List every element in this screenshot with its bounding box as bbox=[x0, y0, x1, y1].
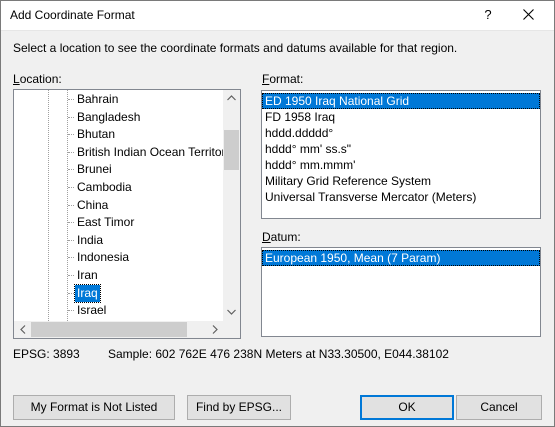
list-item[interactable]: hddd° mm' ss.s" bbox=[262, 141, 540, 157]
vertical-scroll-thumb[interactable] bbox=[224, 130, 239, 170]
tree-item-label: Brunei bbox=[77, 162, 112, 177]
tree-connector bbox=[68, 222, 74, 224]
tree-item[interactable]: Bhutan bbox=[14, 126, 223, 143]
tree-item[interactable]: Israel bbox=[14, 302, 223, 319]
list-item[interactable]: FD 1958 Iraq bbox=[262, 109, 540, 125]
horizontal-scrollbar[interactable] bbox=[14, 321, 223, 338]
vertical-scrollbar[interactable] bbox=[223, 90, 240, 321]
tree-connector bbox=[68, 257, 74, 259]
tree-connector bbox=[68, 151, 74, 153]
datum-list[interactable]: European 1950, Mean (7 Param) bbox=[261, 247, 541, 337]
format-list[interactable]: ED 1950 Iraq National Grid FD 1958 Iraq hd… bbox=[261, 90, 541, 219]
close-button[interactable] bbox=[510, 2, 548, 28]
tree-connector bbox=[68, 239, 74, 241]
scroll-right-button[interactable] bbox=[206, 321, 223, 338]
find-by-epsg-button[interactable]: Find by EPSG... bbox=[187, 395, 291, 420]
close-icon bbox=[523, 9, 534, 20]
tree-connector bbox=[68, 275, 74, 276]
list-item[interactable]: Universal Transverse Mercator (Meters) bbox=[262, 189, 540, 205]
datum-label: Datum: bbox=[262, 230, 301, 244]
scroll-left-button[interactable] bbox=[14, 321, 31, 338]
tree-item[interactable]: Bangladesh bbox=[14, 109, 223, 126]
tree-item[interactable]: East Timor bbox=[14, 214, 223, 231]
ok-button[interactable]: OK bbox=[360, 395, 454, 420]
chevron-right-icon bbox=[212, 325, 218, 334]
tree-connector bbox=[68, 134, 74, 136]
tree-item-label: Bangladesh bbox=[77, 109, 141, 124]
tree-item[interactable]: Bahrain bbox=[14, 91, 223, 108]
tree-item-label: Iran bbox=[77, 268, 98, 282]
scrollbar-corner bbox=[223, 321, 240, 338]
tree-item-label: Bhutan bbox=[77, 127, 116, 142]
instructions-text: Select a location to see the coordinate … bbox=[13, 41, 458, 55]
tree-item[interactable]: Brunei bbox=[14, 161, 223, 178]
tree-connector bbox=[68, 310, 74, 312]
location-tree-items: Bahrain Bangladesh Bhutan British Indian Oc… bbox=[14, 90, 223, 321]
list-item[interactable]: hddd.ddddd° bbox=[262, 125, 540, 141]
tree-connector bbox=[68, 292, 74, 294]
tree-connector bbox=[68, 116, 74, 118]
tree-item-label: Iraq bbox=[74, 283, 101, 303]
tree-connector bbox=[68, 99, 74, 100]
tree-item-label: Cambodia bbox=[77, 180, 132, 194]
tree-item[interactable]: Cambodia bbox=[14, 179, 223, 196]
format-label: Format: bbox=[262, 72, 304, 86]
tree-item-label: China bbox=[77, 197, 109, 212]
list-item[interactable]: hddd° mm.mmm' bbox=[262, 157, 540, 173]
window-title: Add Coordinate Format bbox=[10, 8, 135, 22]
tree-connector bbox=[68, 204, 74, 206]
tree-item[interactable]: British Indian Ocean Territory bbox=[14, 144, 223, 161]
tree-item[interactable]: Iran bbox=[14, 267, 223, 284]
tree-item[interactable]: Iraq bbox=[14, 283, 223, 303]
tree-item[interactable]: India bbox=[14, 232, 223, 249]
tree-item-label: East Timor bbox=[77, 215, 135, 230]
sample-coordinate: Sample: 602 762E 476 238N Meters at N33.… bbox=[108, 347, 449, 361]
tree-item-label: Indonesia bbox=[77, 250, 130, 265]
tree-item-label: Bahrain bbox=[77, 92, 119, 106]
list-item[interactable]: European 1950, Mean (7 Param) bbox=[262, 250, 540, 266]
tree-item-label: British Indian Ocean Territory bbox=[77, 144, 223, 159]
list-item[interactable]: ED 1950 Iraq National Grid bbox=[262, 93, 540, 109]
tree-item[interactable]: Indonesia bbox=[14, 249, 223, 266]
format-not-listed-button[interactable]: My Format is Not Listed bbox=[13, 395, 175, 420]
list-item[interactable]: Military Grid Reference System bbox=[262, 173, 540, 189]
chevron-up-icon bbox=[227, 95, 236, 101]
title-bar: Add Coordinate Format ? bbox=[1, 1, 554, 31]
add-coordinate-format-dialog: Add Coordinate Format ? Select a locatio… bbox=[0, 0, 555, 427]
tree-item[interactable]: China bbox=[14, 197, 223, 214]
epsg-code: EPSG: 3893 bbox=[13, 347, 80, 361]
scroll-down-button[interactable] bbox=[223, 304, 240, 321]
chevron-down-icon bbox=[227, 309, 236, 315]
cancel-button[interactable]: Cancel bbox=[456, 395, 542, 420]
location-tree[interactable]: Bahrain Bangladesh Bhutan British Indian Oc… bbox=[13, 89, 241, 339]
location-label: Location: bbox=[13, 72, 62, 86]
horizontal-scroll-thumb[interactable] bbox=[31, 322, 187, 337]
tree-item-label: Israel bbox=[77, 303, 107, 318]
tree-connector bbox=[68, 169, 74, 171]
scroll-up-button[interactable] bbox=[223, 90, 240, 107]
chevron-left-icon bbox=[20, 325, 26, 334]
tree-connector bbox=[68, 187, 74, 188]
help-button[interactable]: ? bbox=[474, 2, 502, 28]
tree-item-label: India bbox=[77, 232, 104, 247]
